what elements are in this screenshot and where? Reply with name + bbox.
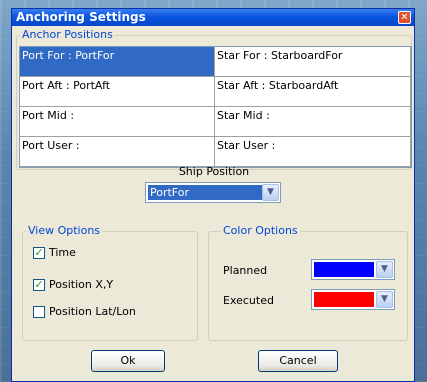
color-options-legend: Color Options [221,224,300,238]
time-option[interactable]: ✓ Time [33,246,76,259]
position-xy-label: Position X,Y [49,278,114,291]
close-icon[interactable]: ✕ [398,11,411,24]
port-mid-cell[interactable]: Port Mid : [20,107,215,137]
port-user-cell[interactable]: Port User : [20,137,215,167]
port-aft-cell[interactable]: Port Aft : PortAft [20,77,215,107]
position-xy-checkbox[interactable]: ✓ [33,278,45,291]
chevron-down-icon[interactable]: ▼ [376,291,393,308]
star-mid-cell[interactable]: Star Mid : [215,107,411,137]
chevron-down-icon[interactable]: ▼ [262,184,279,201]
position-xy-option[interactable]: ✓ Position X,Y [33,278,113,291]
executed-label: Executed [223,294,274,307]
ok-button[interactable]: Ok [91,350,165,372]
port-for-cell[interactable]: Port For : PortFor [20,47,215,77]
anchor-positions-grid: Port For : PortFor Star For : StarboardF… [19,46,412,168]
executed-color-swatch [314,292,374,307]
planned-label: Planned [223,264,268,277]
time-checkbox[interactable]: ✓ [33,246,45,259]
anchoring-settings-dialog: Anchoring Settings ✕ Anchor Positions Po… [11,8,415,382]
anchor-positions-group: Anchor Positions Port For : PortFor Star… [16,28,412,170]
window-title: Anchoring Settings [16,10,146,24]
position-latlon-checkbox[interactable] [33,305,45,318]
color-options-group: Color Options Planned ▼ Executed ▼ [208,224,408,341]
ship-position-label: Ship Position [178,165,250,178]
star-user-cell[interactable]: Star User : [215,137,411,167]
planned-color-select[interactable]: ▼ [311,259,395,280]
ship-position-select[interactable]: PortFor ▼ [145,182,281,203]
planned-color-swatch [314,262,374,277]
view-options-legend: View Options [26,224,103,238]
star-aft-cell[interactable]: Star Aft : StarboardAft [215,77,411,107]
chevron-down-icon[interactable]: ▼ [376,261,393,278]
position-latlon-option[interactable]: Position Lat/Lon [33,305,136,318]
ship-position-value: PortFor [148,185,264,200]
anchor-positions-legend: Anchor Positions [20,28,115,42]
time-label: Time [49,246,76,259]
executed-color-select[interactable]: ▼ [311,289,395,310]
cancel-button[interactable]: Cancel [258,350,338,372]
view-options-group: View Options ✓ Time ✓ Position X,Y Posit… [22,224,198,341]
position-latlon-label: Position Lat/Lon [49,305,136,318]
star-for-cell[interactable]: Star For : StarboardFor [215,47,411,77]
title-bar[interactable]: Anchoring Settings ✕ [12,9,414,26]
